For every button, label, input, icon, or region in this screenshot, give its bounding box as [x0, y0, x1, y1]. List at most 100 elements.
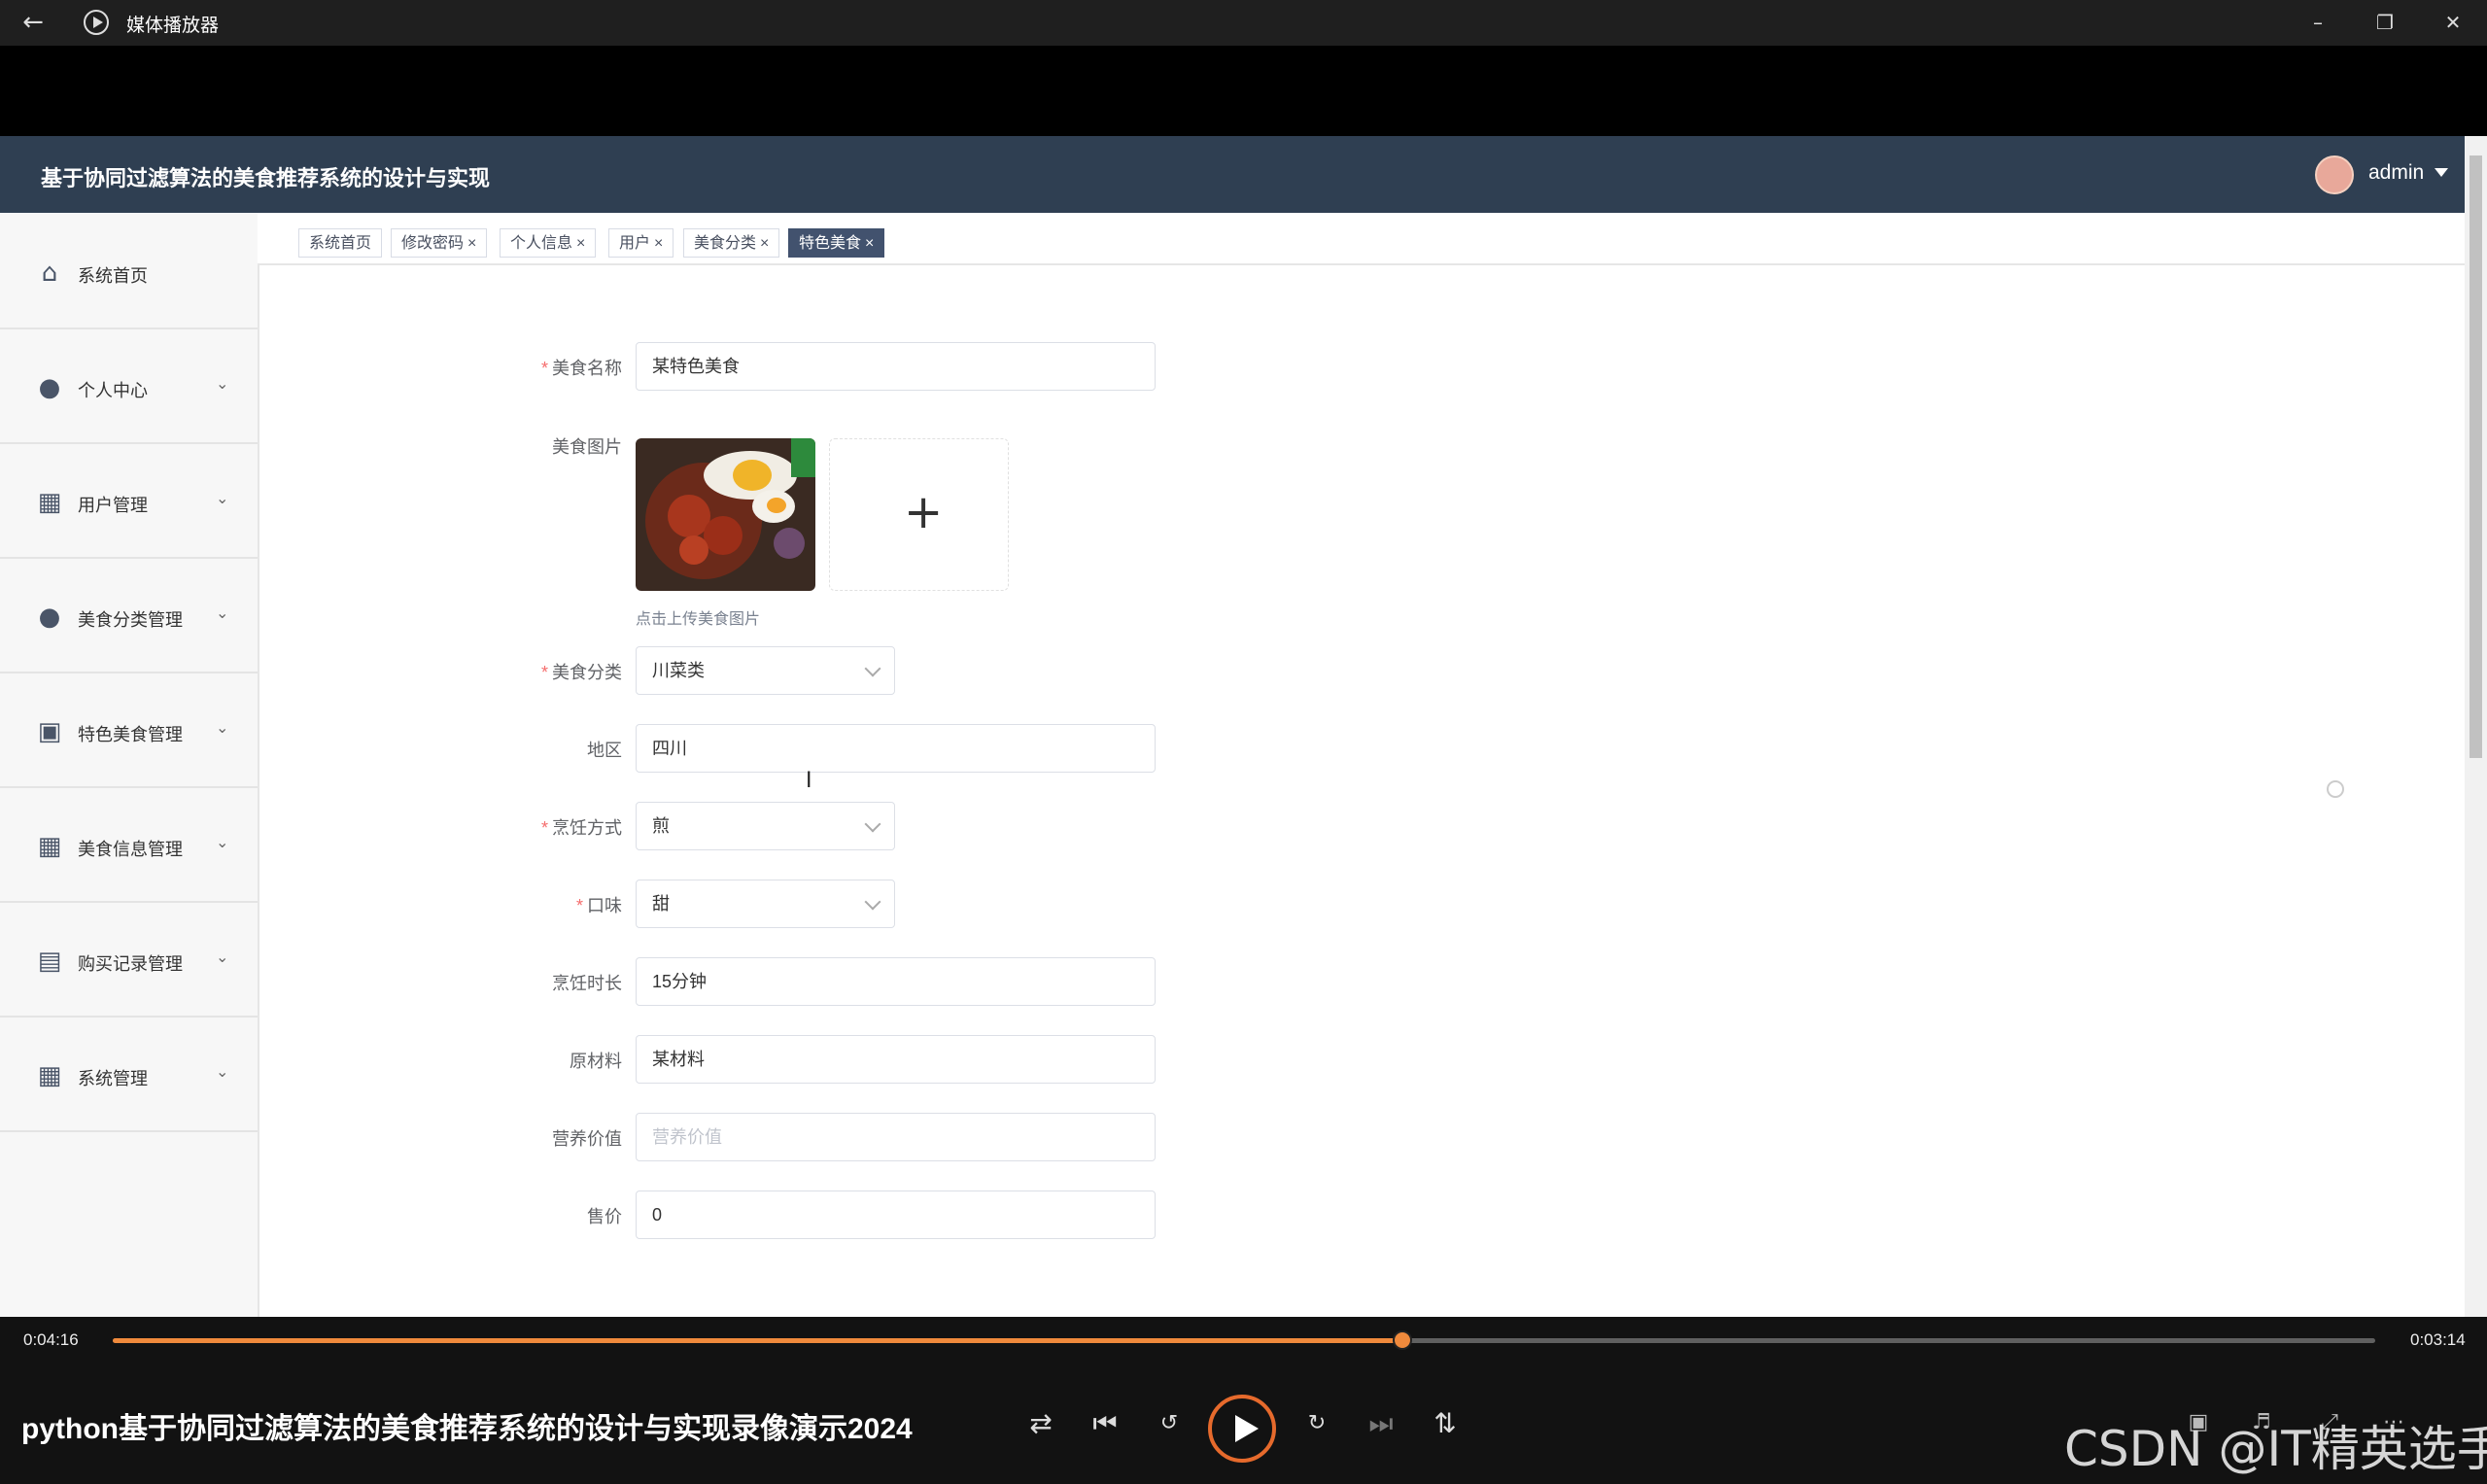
clipboard-icon: ▤: [37, 947, 62, 976]
seek-handle[interactable]: [1392, 1330, 1412, 1350]
chevron-down-icon: ⌄: [216, 948, 229, 966]
region-label: 地区: [587, 741, 622, 760]
cooking-method-label: * 烹饪方式: [540, 818, 622, 838]
food-edit-form: * 美食名称 某特色美食 美食图片 + 点击上传美食图片 * 美食分类 川菜类 …: [258, 263, 2465, 1317]
cooking-time-label: 烹饪时长: [552, 974, 622, 993]
app-header: 基于协同过滤算法的美食推荐系统的设计与实现 admin: [0, 136, 2465, 213]
sidebar-item-label: 系统首页: [78, 266, 148, 286]
user-icon: ●: [38, 603, 61, 632]
user-icon: ●: [38, 373, 61, 402]
repeat-icon[interactable]: ⇅: [1426, 1404, 1465, 1443]
tab-users[interactable]: 用户 ×: [608, 228, 674, 258]
close-icon[interactable]: ×: [654, 235, 663, 252]
close-icon[interactable]: ×: [760, 235, 769, 252]
window-titlebar: ← 媒体播放器 – ❐ ✕: [0, 0, 2487, 46]
tab-home[interactable]: 系统首页: [298, 228, 383, 258]
close-icon[interactable]: ×: [865, 235, 874, 252]
grid-icon: ▦: [37, 1061, 62, 1090]
tab-food-category[interactable]: 美食分类 ×: [683, 228, 780, 258]
scrollbar-thumb[interactable]: [2470, 155, 2482, 758]
elapsed-time: 0:04:16: [23, 1330, 79, 1349]
sidebar-item-home[interactable]: ⌂ 系统首页: [0, 213, 258, 329]
nutrition-label: 营养价值: [552, 1129, 622, 1149]
sidebar-item-purchases[interactable]: ▤ 购买记录管理 ⌄: [0, 901, 258, 1018]
chevron-down-icon: [864, 893, 881, 911]
sidebar-item-system[interactable]: ▦ 系统管理 ⌄: [0, 1016, 258, 1132]
sidebar-item-label: 用户管理: [78, 496, 148, 515]
region-field[interactable]: 四川: [636, 724, 1156, 773]
chevron-down-icon: [864, 815, 881, 833]
play-button[interactable]: [1208, 1395, 1276, 1463]
home-icon: ⌂: [41, 259, 58, 288]
image-label: 美食图片: [552, 437, 622, 457]
grid-icon: ▦: [37, 488, 62, 517]
restore-button[interactable]: ❐: [2356, 6, 2414, 39]
media-controls: 0:04:16 0:03:14 python基于协同过滤算法的美食推荐系统的设计…: [0, 1317, 2487, 1484]
sidebar: ⌂ 系统首页 ● 个人中心 ⌄ ▦ 用户管理 ⌄ ● 美食分类管理 ⌄ ▣ 特色…: [0, 213, 259, 1317]
sidebar-item-label: 美食分类管理: [78, 610, 183, 630]
select-value: 甜: [652, 894, 670, 914]
next-icon[interactable]: ⏭: [1362, 1404, 1400, 1443]
sidebar-item-profile[interactable]: ● 个人中心 ⌄: [0, 328, 258, 444]
back-arrow-icon[interactable]: ←: [19, 10, 47, 37]
cooking-method-select[interactable]: 煎: [636, 802, 895, 850]
avatar[interactable]: [2315, 155, 2354, 194]
forward-30-icon[interactable]: ↻: [1297, 1404, 1336, 1443]
remaining-time: 0:03:14: [2410, 1330, 2466, 1349]
tab-label: 修改密码: [401, 235, 465, 252]
sidebar-item-food-category[interactable]: ● 美食分类管理 ⌄: [0, 557, 258, 673]
tab-label: 个人信息: [510, 235, 573, 252]
ingredients-label: 原材料: [570, 1052, 622, 1071]
caret-down-icon[interactable]: [2435, 168, 2448, 177]
nutrition-field[interactable]: 营养价值: [636, 1113, 1156, 1161]
tab-special-food[interactable]: 特色美食 ×: [788, 228, 885, 258]
tab-change-password[interactable]: 修改密码 ×: [391, 228, 488, 258]
image-upload-button[interactable]: +: [829, 438, 1009, 591]
seek-bar[interactable]: [113, 1330, 2375, 1350]
sidebar-item-label: 特色美食管理: [78, 725, 183, 744]
tab-label: 系统首页: [309, 235, 372, 252]
category-label: * 美食分类: [540, 663, 622, 682]
chevron-down-icon: ⌄: [216, 1062, 229, 1081]
previous-icon[interactable]: ⏮: [1086, 1404, 1124, 1443]
taste-select[interactable]: 甜: [636, 880, 895, 928]
taste-label: * 口味: [575, 896, 622, 915]
chevron-down-icon: ⌄: [216, 718, 229, 737]
csdn-watermark: CSDN @IT精英选手: [2064, 1421, 2487, 1477]
sidebar-item-special-food[interactable]: ▣ 特色美食管理 ⌄: [0, 672, 258, 788]
minimize-button[interactable]: –: [2289, 6, 2347, 39]
tab-label: 特色美食: [799, 235, 862, 252]
video-frame: 基于协同过滤算法的美食推荐系统的设计与实现 admin ⌂ 系统首页 ● 个人中…: [0, 136, 2487, 1317]
chevron-down-icon: ⌄: [216, 489, 229, 507]
sidebar-item-users[interactable]: ▦ 用户管理 ⌄: [0, 442, 258, 559]
sidebar-item-label: 系统管理: [78, 1069, 148, 1088]
settings-circle-icon[interactable]: [2327, 780, 2344, 798]
price-field[interactable]: 0: [636, 1191, 1156, 1239]
cooking-time-field[interactable]: 15分钟: [636, 957, 1156, 1006]
food-category-select[interactable]: 川菜类: [636, 646, 895, 695]
ingredients-field[interactable]: 某材料: [636, 1035, 1156, 1084]
sidebar-item-label: 购买记录管理: [78, 954, 183, 974]
chevron-down-icon: ⌄: [216, 833, 229, 851]
shuffle-icon[interactable]: ⇄: [1021, 1404, 1060, 1443]
close-window-button[interactable]: ✕: [2424, 6, 2482, 39]
tab-bar: 系统首页 修改密码 × 个人信息 × 用户 × 美食分类 × 特色美食 ×: [258, 213, 2465, 265]
user-name[interactable]: admin: [2368, 161, 2424, 185]
food-image-thumbnail[interactable]: [636, 438, 815, 591]
name-label: * 美食名称: [540, 359, 622, 378]
select-value: 煎: [652, 816, 670, 836]
price-label: 售价: [587, 1207, 622, 1226]
page-scrollbar[interactable]: [2465, 136, 2487, 1317]
chevron-down-icon: ⌄: [216, 604, 229, 622]
chevron-down-icon: ⌄: [216, 374, 229, 393]
food-name-field[interactable]: 某特色美食: [636, 342, 1156, 391]
close-icon[interactable]: ×: [467, 235, 476, 252]
video-title: python基于协同过滤算法的美食推荐系统的设计与实现录像演示2024: [21, 1413, 913, 1445]
grid-icon: ▦: [37, 832, 62, 861]
text-cursor-icon: I: [806, 769, 812, 793]
sidebar-item-food-info[interactable]: ▦ 美食信息管理 ⌄: [0, 786, 258, 903]
rewind-10-icon[interactable]: ↺: [1150, 1404, 1189, 1443]
close-icon[interactable]: ×: [576, 235, 585, 252]
tab-personal-info[interactable]: 个人信息 ×: [500, 228, 597, 258]
media-player-icon: [84, 10, 109, 35]
